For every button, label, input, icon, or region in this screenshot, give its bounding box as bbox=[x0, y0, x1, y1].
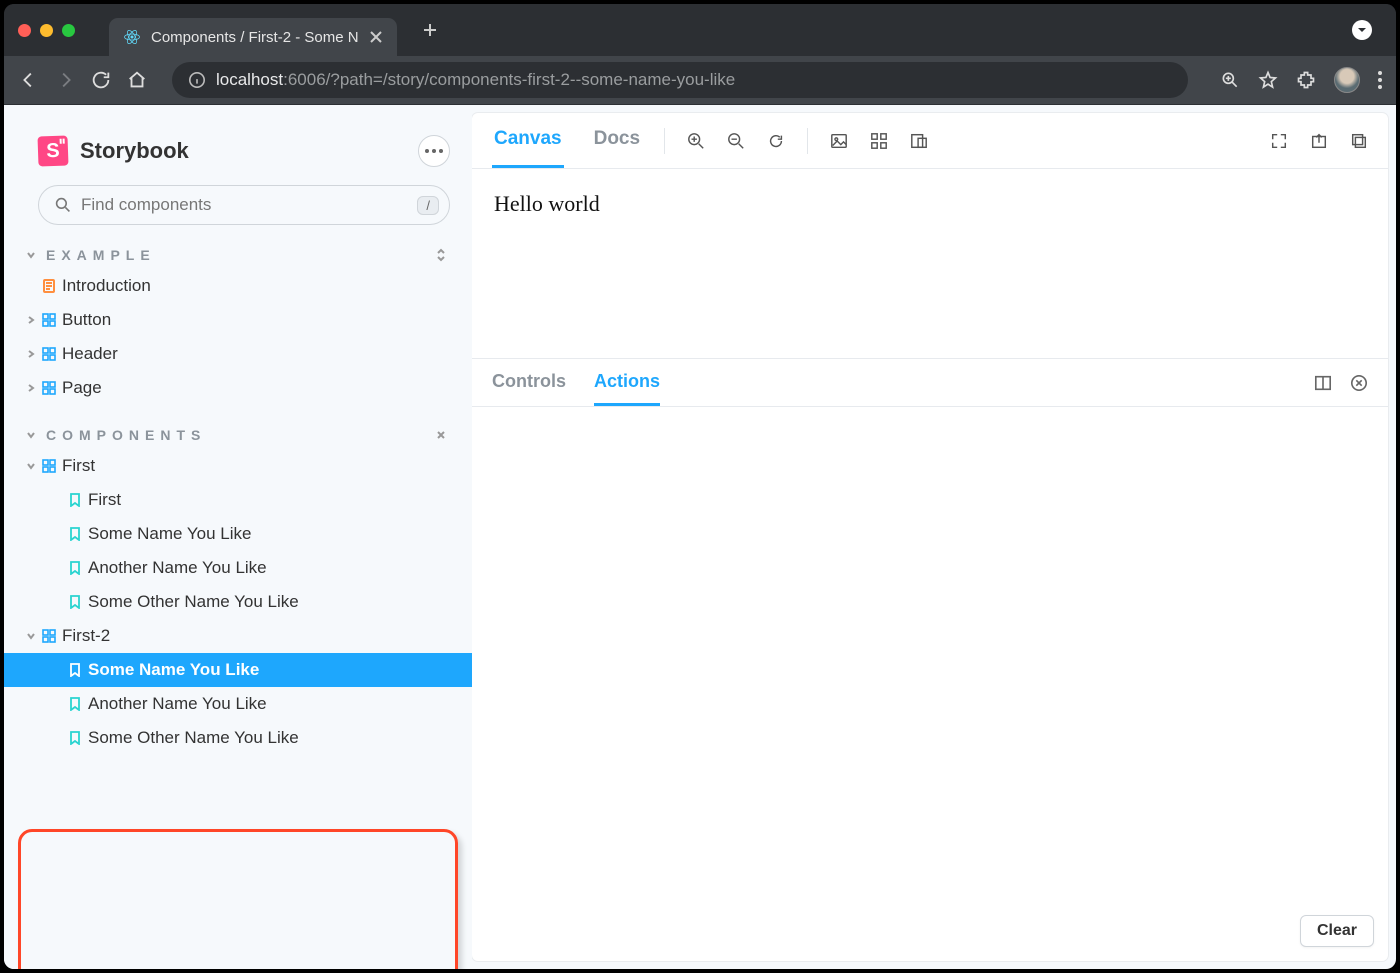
document-icon bbox=[42, 279, 56, 293]
component-icon bbox=[42, 347, 56, 361]
close-tab-icon[interactable] bbox=[369, 30, 383, 44]
bookmark-icon bbox=[68, 731, 82, 745]
search-input[interactable]: Find components / bbox=[38, 185, 450, 225]
forward-button-icon[interactable] bbox=[54, 69, 76, 91]
sidebar-story-first2-some-other-name[interactable]: Some Other Name You Like bbox=[4, 721, 472, 755]
chevron-right-icon bbox=[26, 383, 36, 393]
search-placeholder: Find components bbox=[81, 195, 211, 215]
addon-close-icon[interactable] bbox=[1350, 374, 1368, 392]
chevron-right-icon bbox=[26, 349, 36, 359]
sidebar-story-first-another-name[interactable]: Another Name You Like bbox=[4, 551, 472, 585]
sidebar-story-first-some-other-name[interactable]: Some Other Name You Like bbox=[4, 585, 472, 619]
bookmark-icon bbox=[68, 697, 82, 711]
component-icon bbox=[42, 381, 56, 395]
sidebar-story-first-some-name[interactable]: Some Name You Like bbox=[4, 517, 472, 551]
bookmark-icon bbox=[68, 663, 82, 677]
tab-canvas[interactable]: Canvas bbox=[492, 113, 564, 168]
sidebar-item-page[interactable]: Page bbox=[4, 371, 472, 405]
close-window-button[interactable] bbox=[18, 24, 31, 37]
toolbar-separator bbox=[807, 128, 808, 154]
bookmark-icon bbox=[68, 561, 82, 575]
chevron-down-icon bbox=[26, 461, 36, 471]
toolbar-separator bbox=[664, 128, 665, 154]
storybook-logo[interactable]: S Storybook bbox=[38, 136, 189, 166]
tab-docs[interactable]: Docs bbox=[592, 113, 642, 168]
traffic-lights bbox=[18, 24, 75, 37]
viewport-icon[interactable] bbox=[910, 132, 928, 150]
sidebar-story-first-first[interactable]: First bbox=[4, 483, 472, 517]
story-canvas: Hello world bbox=[472, 169, 1388, 359]
component-icon bbox=[42, 313, 56, 327]
storybook-sidebar: S Storybook Find components / EXAMPLE In… bbox=[4, 105, 472, 969]
browser-menu-icon[interactable] bbox=[1378, 71, 1382, 89]
chevron-down-icon bbox=[26, 250, 36, 260]
open-new-tab-icon[interactable] bbox=[1310, 132, 1328, 150]
section-example[interactable]: EXAMPLE bbox=[4, 225, 472, 269]
bookmark-icon bbox=[68, 493, 82, 507]
copy-link-icon[interactable] bbox=[1350, 132, 1368, 150]
search-icon bbox=[55, 197, 71, 213]
addon-panel-body: Clear bbox=[472, 407, 1388, 961]
search-shortcut: / bbox=[417, 196, 439, 215]
account-dropdown-icon[interactable] bbox=[1352, 20, 1372, 40]
sidebar-item-first-2[interactable]: First-2 bbox=[4, 619, 472, 653]
address-bar: localhost:6006/?path=/story/components-f… bbox=[4, 56, 1396, 104]
browser-tab[interactable]: Components / First-2 - Some N bbox=[109, 18, 397, 56]
storybook-logo-text: Storybook bbox=[80, 138, 189, 164]
addon-orientation-icon[interactable] bbox=[1314, 374, 1332, 392]
component-icon bbox=[42, 629, 56, 643]
tab-controls[interactable]: Controls bbox=[492, 359, 566, 406]
browser-window: Components / First-2 - Some N localhost:… bbox=[4, 4, 1396, 969]
chevron-down-icon bbox=[26, 631, 36, 641]
collapse-all-icon[interactable] bbox=[434, 428, 448, 442]
react-icon bbox=[123, 28, 141, 46]
reload-button-icon[interactable] bbox=[90, 69, 112, 91]
minimize-window-button[interactable] bbox=[40, 24, 53, 37]
highlight-annotation bbox=[18, 829, 458, 969]
titlebar: Components / First-2 - Some N bbox=[4, 4, 1396, 56]
preview-panel: Canvas Docs bbox=[472, 113, 1388, 961]
sidebar-item-first[interactable]: First bbox=[4, 449, 472, 483]
sidebar-menu-button[interactable] bbox=[418, 135, 450, 167]
bookmark-icon bbox=[68, 527, 82, 541]
sidebar-item-button[interactable]: Button bbox=[4, 303, 472, 337]
grid-icon[interactable] bbox=[870, 132, 888, 150]
zoom-indicator-icon[interactable] bbox=[1220, 70, 1240, 90]
tab-actions[interactable]: Actions bbox=[594, 359, 660, 406]
zoom-reset-icon[interactable] bbox=[767, 132, 785, 150]
chevron-down-icon bbox=[26, 430, 36, 440]
addon-tabs: Controls Actions bbox=[472, 359, 1388, 407]
storybook-logo-badge: S bbox=[37, 135, 68, 166]
bookmark-star-icon[interactable] bbox=[1258, 70, 1278, 90]
url-text: localhost:6006/?path=/story/components-f… bbox=[216, 70, 735, 90]
site-info-icon[interactable] bbox=[188, 71, 206, 89]
clear-button[interactable]: Clear bbox=[1300, 915, 1374, 947]
section-components[interactable]: COMPONENTS bbox=[4, 405, 472, 449]
canvas-content: Hello world bbox=[494, 191, 600, 216]
fullscreen-icon[interactable] bbox=[1270, 132, 1288, 150]
expand-collapse-icon[interactable] bbox=[434, 248, 448, 262]
sidebar-item-header[interactable]: Header bbox=[4, 337, 472, 371]
component-icon bbox=[42, 459, 56, 473]
preview-toolbar: Canvas Docs bbox=[472, 113, 1388, 169]
sidebar-item-introduction[interactable]: Introduction bbox=[4, 269, 472, 303]
maximize-window-button[interactable] bbox=[62, 24, 75, 37]
zoom-in-icon[interactable] bbox=[687, 132, 705, 150]
zoom-out-icon[interactable] bbox=[727, 132, 745, 150]
back-button-icon[interactable] bbox=[18, 69, 40, 91]
page-content: S Storybook Find components / EXAMPLE In… bbox=[4, 104, 1396, 969]
tab-title: Components / First-2 - Some N bbox=[151, 29, 359, 46]
sidebar-story-first2-some-name[interactable]: Some Name You Like bbox=[4, 653, 472, 687]
home-button-icon[interactable] bbox=[126, 69, 148, 91]
bookmark-icon bbox=[68, 595, 82, 609]
sidebar-story-first2-another-name[interactable]: Another Name You Like bbox=[4, 687, 472, 721]
profile-avatar[interactable] bbox=[1334, 67, 1360, 93]
chevron-right-icon bbox=[26, 315, 36, 325]
new-tab-button[interactable] bbox=[413, 13, 447, 47]
background-icon[interactable] bbox=[830, 132, 848, 150]
url-input[interactable]: localhost:6006/?path=/story/components-f… bbox=[172, 62, 1188, 98]
extensions-icon[interactable] bbox=[1296, 70, 1316, 90]
